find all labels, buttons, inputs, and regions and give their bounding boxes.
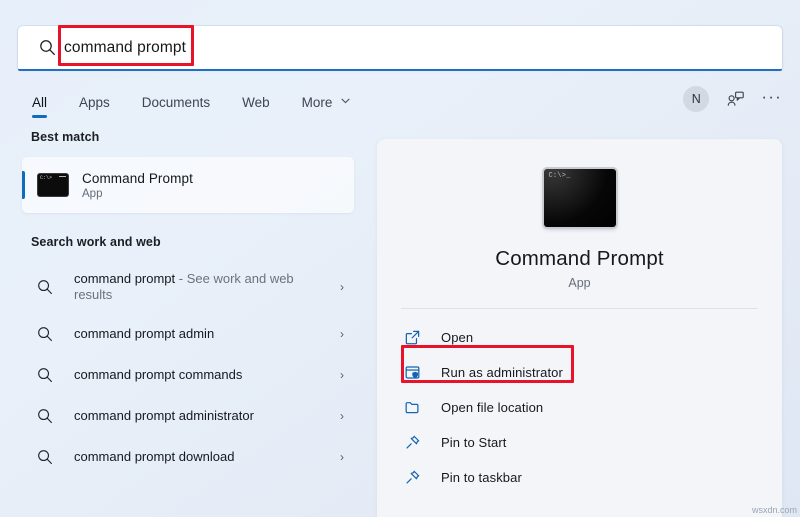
action-open-label: Open: [441, 330, 474, 345]
tab-documents-label: Documents: [141, 95, 211, 110]
chevron-right-icon[interactable]: ›: [340, 368, 344, 382]
tab-more[interactable]: More: [286, 92, 367, 120]
list-item-label: command prompt admin: [74, 325, 215, 341]
action-run-as-administrator-label: Run as administrator: [441, 365, 563, 380]
tab-apps-label: Apps: [79, 95, 110, 110]
tab-web[interactable]: Web: [226, 92, 286, 120]
open-external-icon: [397, 329, 427, 346]
action-open-file-location[interactable]: Open file location: [389, 390, 770, 425]
search-icon: [28, 326, 62, 342]
list-item[interactable]: command prompt download ›: [22, 436, 354, 477]
list-item-label: command prompt download: [74, 448, 235, 464]
chevron-right-icon[interactable]: ›: [340, 409, 344, 423]
tab-web-label: Web: [242, 95, 270, 110]
action-open-file-location-label: Open file location: [441, 400, 544, 415]
results-pane: Best match Command Prompt App Search wor…: [0, 130, 372, 517]
chevron-right-icon[interactable]: ›: [340, 450, 344, 464]
app-type-label: App: [568, 276, 591, 290]
app-actions-list: Open Run as administrator Open file loca…: [377, 320, 782, 495]
action-pin-to-taskbar[interactable]: Pin to taskbar: [389, 460, 770, 495]
search-icon: [28, 367, 62, 383]
search-icon: [28, 449, 62, 465]
best-match-title: Command Prompt: [82, 170, 193, 186]
tab-documents[interactable]: Documents: [126, 92, 226, 120]
chevron-right-icon[interactable]: ›: [340, 280, 344, 294]
action-run-as-administrator[interactable]: Run as administrator: [389, 355, 770, 390]
chevron-right-icon[interactable]: ›: [340, 327, 344, 341]
shield-window-icon: [397, 364, 427, 381]
app-preview-pane: Command Prompt App Open Ru: [377, 139, 782, 517]
best-match-heading: Best match: [31, 130, 100, 144]
tab-all[interactable]: All: [29, 92, 63, 120]
folder-icon: [397, 399, 427, 416]
search-input[interactable]: [64, 38, 664, 57]
watermark: wsxdn.com: [751, 505, 797, 515]
action-pin-to-taskbar-label: Pin to taskbar: [441, 470, 522, 485]
list-item-label: command prompt commands: [74, 366, 243, 382]
more-options-label: ···: [761, 86, 782, 106]
app-hero: Command Prompt App: [377, 139, 782, 290]
tab-apps[interactable]: Apps: [63, 92, 126, 120]
search-bar[interactable]: [18, 26, 782, 71]
best-match-subtitle: App: [82, 187, 103, 200]
list-item[interactable]: command prompt commands ›: [22, 354, 354, 395]
action-open[interactable]: Open: [389, 320, 770, 355]
avatar[interactable]: N: [683, 86, 710, 112]
web-suggestions-list: command prompt - See work and web result…: [0, 261, 372, 477]
tab-more-label: More: [301, 95, 333, 110]
pin-icon: [397, 469, 427, 486]
search-icon: [28, 279, 62, 295]
search-icon: [28, 408, 62, 424]
command-prompt-app-icon: [543, 169, 616, 227]
command-prompt-app-icon: [38, 174, 68, 196]
pin-icon: [397, 434, 427, 451]
best-match-item[interactable]: Command Prompt App: [22, 157, 354, 213]
feedback-person-icon[interactable]: [723, 87, 747, 111]
page-title: Command Prompt: [495, 247, 664, 270]
search-filter-tabs: All Apps Documents Web More: [29, 92, 366, 120]
list-item-label: command prompt: [74, 271, 176, 286]
list-item[interactable]: command prompt - See work and web result…: [22, 261, 354, 313]
action-pin-to-start-label: Pin to Start: [441, 435, 507, 450]
tab-all-label: All: [32, 95, 48, 110]
avatar-initial: N: [691, 92, 702, 106]
search-icon: [30, 39, 64, 56]
list-item[interactable]: command prompt administrator ›: [22, 395, 354, 436]
header-actions: N ···: [683, 86, 782, 112]
more-options-button[interactable]: ···: [761, 88, 782, 111]
search-web-heading: Search work and web: [31, 235, 161, 249]
chevron-down-icon: [341, 97, 350, 107]
action-pin-to-start[interactable]: Pin to Start: [389, 425, 770, 460]
list-item-label: command prompt administrator: [74, 407, 254, 423]
divider: [401, 308, 758, 309]
list-item[interactable]: command prompt admin ›: [22, 313, 354, 354]
